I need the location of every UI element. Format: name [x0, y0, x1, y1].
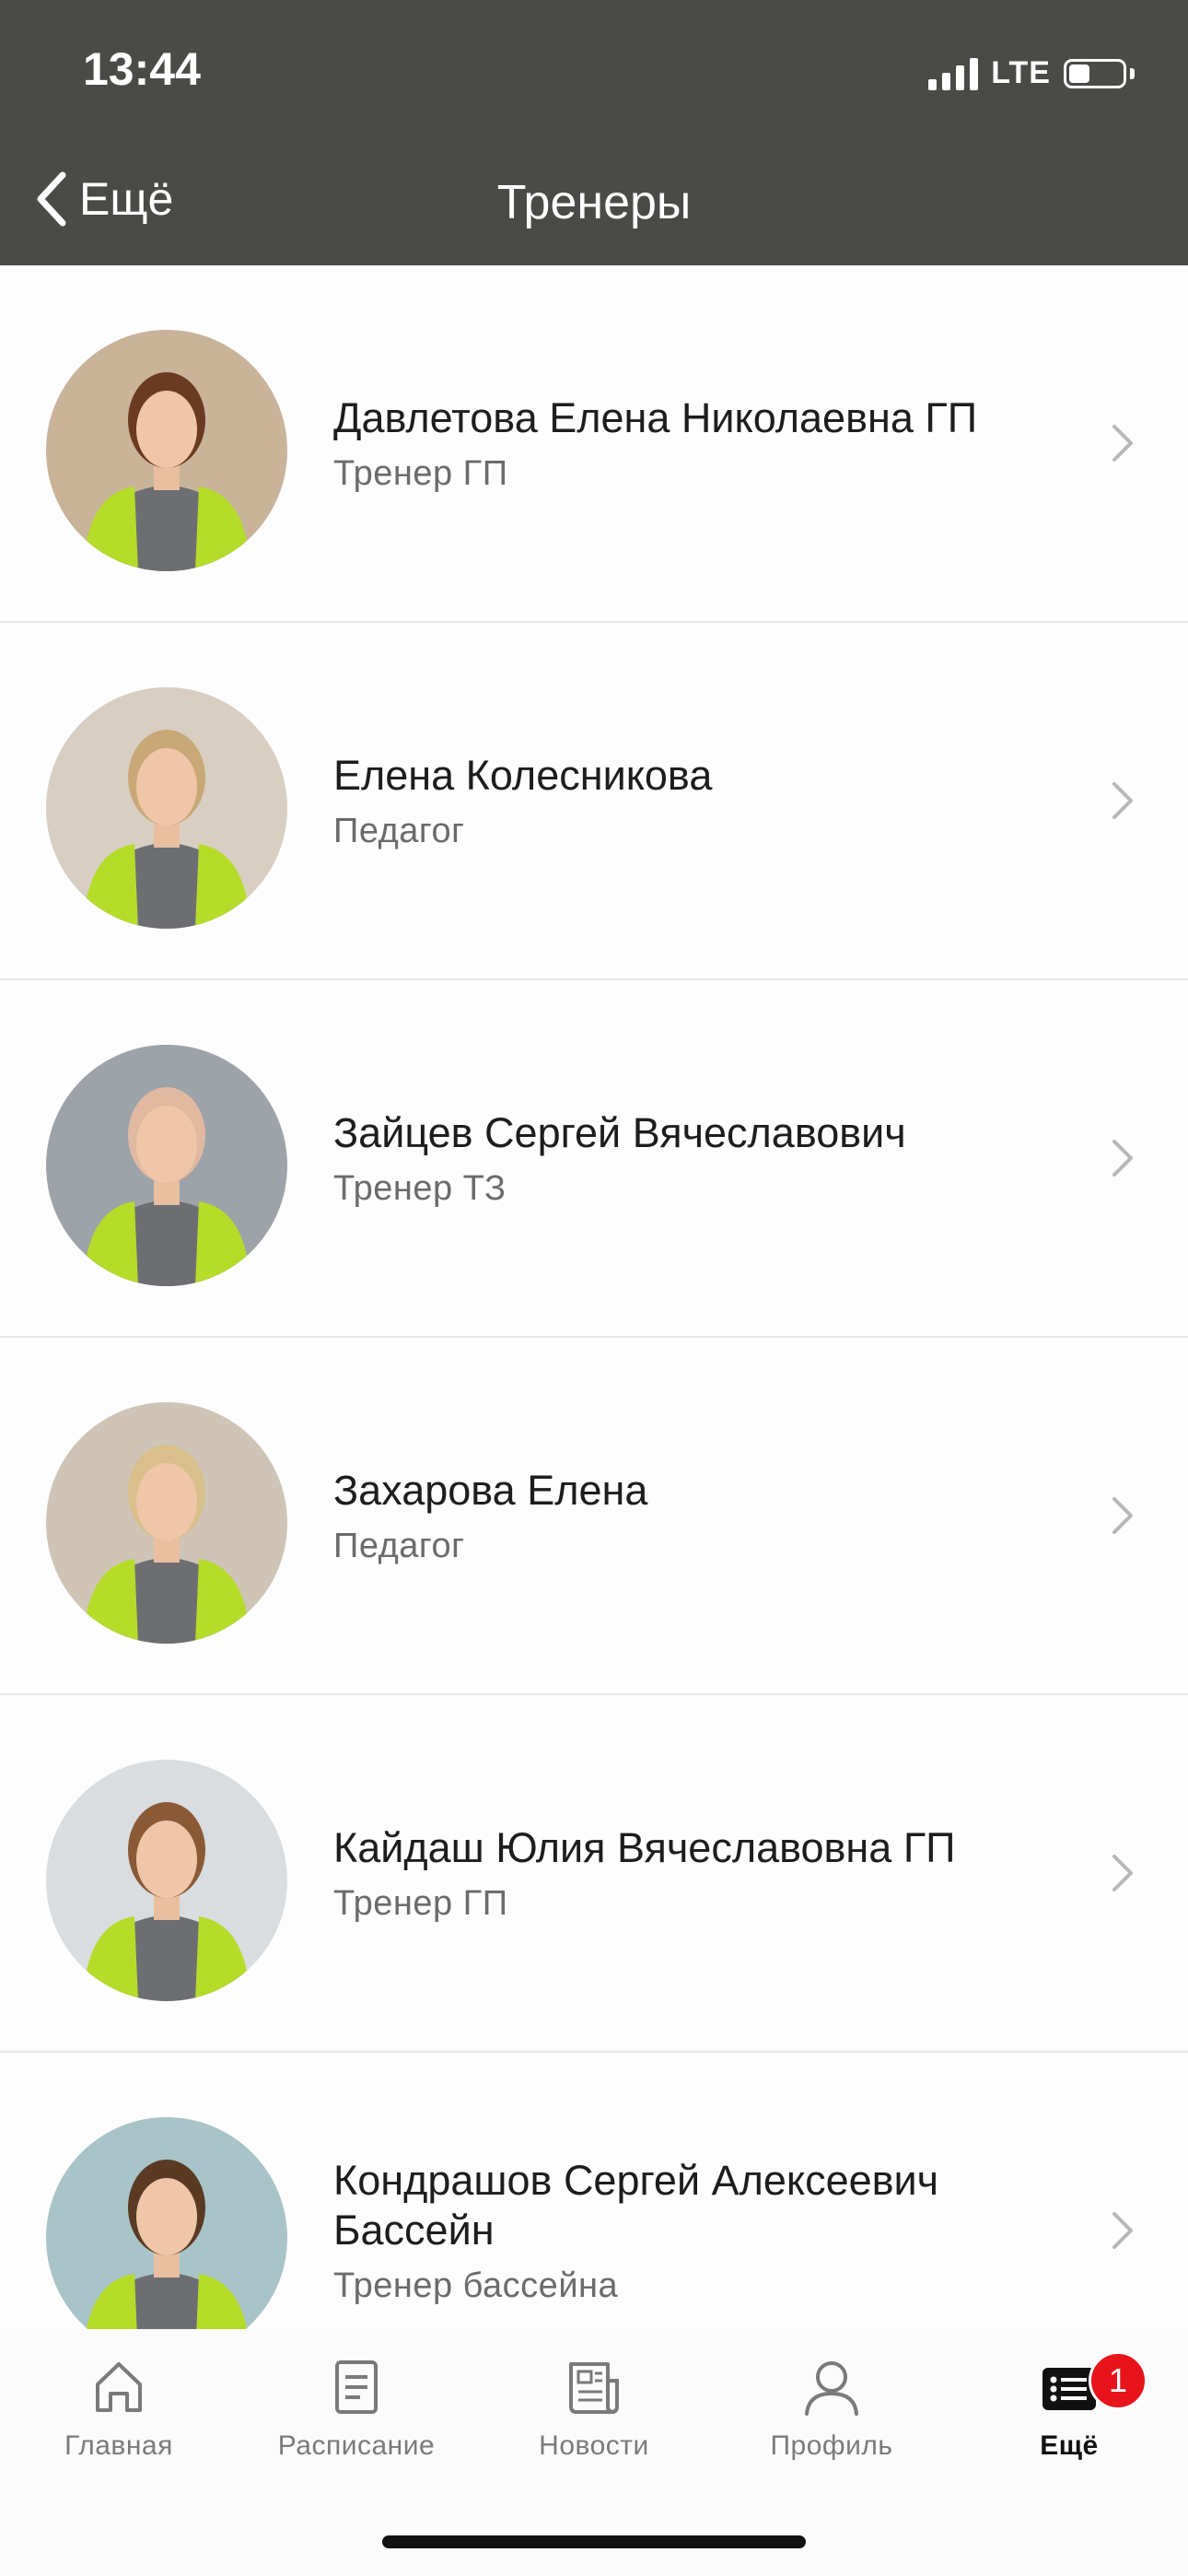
trainer-photo: [46, 687, 287, 929]
trainer-row-4[interactable]: Захарова Елена Педагог: [0, 1338, 1188, 1695]
trainer-avatar: [46, 1760, 287, 2001]
trainer-row-5[interactable]: Кайдаш Юлия Вячеславовна ГП Тренер ГП: [0, 1695, 1188, 2053]
trainer-role: Тренер ГП: [333, 1883, 508, 1923]
page-title: Тренеры: [496, 176, 692, 229]
status-bar: 13:44 LTE: [0, 0, 1188, 147]
trainer-avatar: [46, 2117, 287, 2359]
trainers-list: Давлетова Елена Николаевна ГП Тренер ГП …: [0, 265, 1188, 2410]
trainer-row-3[interactable]: Зайцев Сергей Вячеславович Тренер ТЗ: [0, 980, 1188, 1338]
tab-label: Новости: [539, 2430, 649, 2461]
trainer-photo: [46, 1402, 287, 1644]
tab-label: Расписание: [277, 2430, 436, 2461]
trainer-name: Елена Колесникова: [333, 751, 713, 799]
trainer-photo: [46, 2117, 287, 2359]
notification-badge: 1: [1089, 2351, 1147, 2410]
tab-label: Профиль: [770, 2430, 893, 2461]
trainer-name: Захарова Елена: [333, 1466, 648, 1514]
schedule-icon: [335, 2360, 378, 2414]
tab-label: Главная: [64, 2430, 173, 2461]
battery-tip: [1130, 67, 1135, 79]
trainer-role: Педагог: [333, 811, 465, 850]
trainer-info: Зайцев Сергей Вячеславович Тренер ТЗ: [333, 980, 1059, 1336]
trainer-avatar: [46, 1045, 287, 1286]
chevron-right-icon: [1112, 2212, 1133, 2249]
trainer-role: Тренер ГП: [333, 453, 508, 493]
signal-icon: [928, 57, 979, 90]
trainer-row-1[interactable]: Давлетова Елена Николаевна ГП Тренер ГП: [0, 265, 1188, 623]
battery-icon: [1064, 58, 1126, 88]
chevron-right-icon: [1112, 425, 1133, 462]
trainer-info: Захарова Елена Педагог: [333, 1338, 1059, 1693]
trainer-photo: [46, 330, 287, 571]
trainer-name: Кондрашов Сергей Алексеевич Бассейн: [333, 2156, 939, 2254]
chevron-right-icon: [1112, 782, 1133, 819]
network-type: LTE: [991, 55, 1051, 90]
trainer-photo: [46, 1045, 287, 1286]
trainer-name: Давлетова Елена Николаевна ГП: [333, 393, 978, 441]
trainer-info: Кайдаш Юлия Вячеславовна ГП Тренер ГП: [333, 1695, 1059, 2051]
tab-schedule[interactable]: Расписание: [238, 2357, 475, 2462]
tab-label: Ещё: [1040, 2430, 1099, 2461]
chevron-right-icon: [1112, 1855, 1133, 1891]
status-time: 13:44: [83, 43, 201, 95]
profile-icon: [805, 2361, 858, 2416]
trainer-row-2[interactable]: Елена Колесникова Педагог: [0, 623, 1188, 980]
trainer-role: Тренер бассейна: [333, 2266, 619, 2305]
trainer-name: Зайцев Сергей Вячеславович: [333, 1108, 906, 1156]
chevron-right-icon: [1112, 1497, 1133, 1534]
trainer-photo: [46, 1760, 287, 2001]
tab-home[interactable]: Главная: [0, 2357, 238, 2462]
chevron-right-icon: [1112, 1140, 1133, 1177]
trainer-info: Елена Колесникова Педагог: [333, 623, 1059, 978]
home-icon: [96, 2362, 142, 2412]
navigation-bar: Ещё Тренеры: [0, 147, 1188, 265]
tab-profile[interactable]: Профиль: [713, 2357, 950, 2462]
trainer-avatar: [46, 330, 287, 571]
status-indicators: LTE: [928, 55, 1135, 91]
trainer-role: Тренер ТЗ: [333, 1168, 507, 1208]
trainer-info: Давлетова Елена Николаевна ГП Тренер ГП: [333, 265, 1059, 621]
trainer-avatar: [46, 687, 287, 929]
trainer-name: Кайдаш Юлия Вячеславовна ГП: [333, 1823, 956, 1871]
home-indicator: [382, 2535, 806, 2548]
news-icon: [569, 2362, 619, 2414]
trainer-avatar: [46, 1402, 287, 1644]
tab-more[interactable]: 1 Ещё: [950, 2351, 1188, 2462]
tab-news[interactable]: Новости: [475, 2357, 713, 2462]
trainer-role: Педагог: [333, 1526, 465, 1565]
